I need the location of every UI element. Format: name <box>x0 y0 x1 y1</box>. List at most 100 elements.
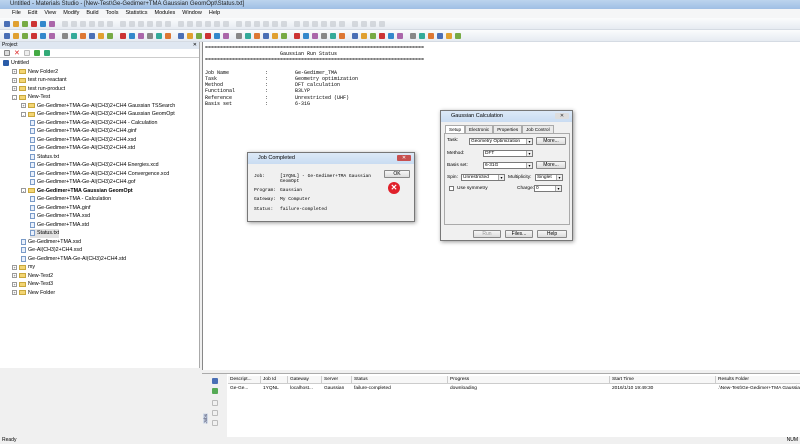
toolbar-button-icon[interactable] <box>352 20 358 27</box>
toolbar-button-icon[interactable] <box>379 20 385 27</box>
tree-item[interactable]: Ge-Gedimer+TMA-Ge-Al(CH3)2+CH4.ginf <box>30 127 137 136</box>
tree-item[interactable]: Ge-Gedimer+TMA - Calculation <box>30 195 111 204</box>
toolbar-button-icon[interactable] <box>294 20 300 27</box>
import-icon[interactable] <box>43 50 50 56</box>
toolbar-button-icon[interactable] <box>263 20 269 27</box>
tree-item[interactable]: Ge-Gedimer+TMA-Ge-Al(CH3)2+CH4 - Calcula… <box>30 119 157 128</box>
column-header[interactable]: Progress <box>448 376 610 384</box>
spin-select[interactable]: Unrestricted <box>461 174 505 181</box>
toolbar-button-icon[interactable] <box>138 32 144 39</box>
tree-item[interactable]: Ge-Gedimer+TMA.ginf <box>30 204 90 213</box>
tree-item[interactable]: Status.txt <box>30 229 60 238</box>
tree-item[interactable]: + test run-product <box>12 85 65 94</box>
toolbar-button-icon[interactable] <box>339 32 345 39</box>
use-symmetry-checkbox[interactable] <box>449 186 454 191</box>
multiplicity-select[interactable]: Singlet <box>535 174 563 181</box>
toolbar-button-icon[interactable] <box>361 32 367 39</box>
toolbar-button-icon[interactable] <box>272 20 278 27</box>
tree-item[interactable]: Status.txt <box>30 153 59 162</box>
tree-item[interactable]: Ge-Gedimer+TMA-Ge-Al(CH3)2+CH4 Energies.… <box>30 161 159 170</box>
expand-toggle-icon[interactable]: + <box>12 273 17 279</box>
toolbar-button-icon[interactable] <box>120 20 126 27</box>
toolbar-button-icon[interactable] <box>22 32 28 39</box>
toolbar-button-icon[interactable] <box>196 20 202 27</box>
stop-icon[interactable] <box>212 400 218 406</box>
toolbar-button-icon[interactable] <box>263 32 269 39</box>
toolbar-button-icon[interactable] <box>22 20 28 27</box>
job-cell[interactable]: failure-completed <box>352 385 448 392</box>
toolbar-button-icon[interactable] <box>339 20 345 27</box>
toolbar-button-icon[interactable] <box>388 32 394 39</box>
job-cell[interactable]: .\New-Test\Ge-Gedimer+TMA Gaussian G... <box>716 385 800 392</box>
toolbar-button-icon[interactable] <box>361 20 367 27</box>
menu-help[interactable]: Help <box>209 9 220 18</box>
tree-item[interactable]: - New-Test <box>12 93 50 102</box>
tree-item[interactable]: Ge-Gedimer+TMA.xsd <box>21 238 81 247</box>
columns-icon[interactable] <box>212 378 218 384</box>
toolbar-button-icon[interactable] <box>138 20 144 27</box>
tree-item[interactable]: Ge-Gedimer+TMA-Ge-Al(CH3)2+CH4.xsd <box>30 136 136 145</box>
job-cell[interactable]: localhost... <box>288 385 322 392</box>
toolbar-button-icon[interactable] <box>312 32 318 39</box>
files-button[interactable]: Files... <box>505 230 533 238</box>
toolbar-button-icon[interactable] <box>272 32 278 39</box>
toolbar-button-icon[interactable] <box>107 32 113 39</box>
expand-toggle-icon[interactable]: + <box>12 77 17 83</box>
tree-item[interactable]: Ge-Gedimer+TMA.std <box>30 221 89 230</box>
toolbar-button-icon[interactable] <box>330 32 336 39</box>
tree-item[interactable]: - Ge-Gedimer+TMA-Ge-Al(CH3)2+CH4 Gaussian… <box>21 110 175 119</box>
toolbar-button-icon[interactable] <box>352 32 358 39</box>
toolbar-button-icon[interactable] <box>370 32 376 39</box>
toolbar-button-icon[interactable] <box>98 20 104 27</box>
toolbar-button-icon[interactable] <box>62 32 68 39</box>
expand-toggle-icon[interactable]: + <box>21 103 26 109</box>
delete-icon[interactable]: ✕ <box>14 49 20 57</box>
menu-modules[interactable]: Modules <box>154 9 175 18</box>
close-button[interactable]: ✕ <box>397 155 411 161</box>
tree-item[interactable]: + New-Test2 <box>12 272 53 281</box>
toolbar-button-icon[interactable] <box>89 20 95 27</box>
toolbar-button-icon[interactable] <box>129 32 135 39</box>
toolbar-button-icon[interactable] <box>89 32 95 39</box>
toolbar-button-icon[interactable] <box>397 32 403 39</box>
toolbar-button-icon[interactable] <box>370 20 376 27</box>
column-header[interactable]: Job Id <box>261 376 288 384</box>
tree-item[interactable]: Ge-Gedimer+TMA-Ge-Al(CH3)2+CH4.std <box>21 255 126 264</box>
toolbar-button-icon[interactable] <box>281 32 287 39</box>
basis-set-select[interactable]: 6-31G <box>483 162 533 169</box>
job-cell[interactable]: 2016/1/10 19:49:30 <box>610 385 716 392</box>
properties-icon[interactable] <box>23 50 30 56</box>
menu-window[interactable]: Window <box>182 9 202 18</box>
menu-tools[interactable]: Tools <box>106 9 119 18</box>
toolbar-button-icon[interactable] <box>330 20 336 27</box>
toolbar-button-icon[interactable] <box>49 20 55 27</box>
expand-toggle-icon[interactable]: + <box>12 281 17 287</box>
toolbar-button-icon[interactable] <box>120 32 126 39</box>
column-header[interactable]: Results Folder <box>716 376 800 384</box>
toolbar-button-icon[interactable] <box>205 20 211 27</box>
tree-item[interactable]: - Ge-Gedimer+TMA Gaussian GeomOpt <box>21 187 133 196</box>
menu-file[interactable]: File <box>12 9 21 18</box>
help-button[interactable]: Help <box>537 230 567 238</box>
toolbar-button-icon[interactable] <box>419 32 425 39</box>
toolbar-button-icon[interactable] <box>214 20 220 27</box>
toolbar-button-icon[interactable] <box>223 32 229 39</box>
new-document-icon[interactable] <box>4 50 10 56</box>
tree-item[interactable]: Ge-Gedimer+TMA-Ge-Al(CH3)2+CH4.std <box>30 144 135 153</box>
toolbar-button-icon[interactable] <box>147 32 153 39</box>
toolbar-button-icon[interactable] <box>321 20 327 27</box>
tree-item[interactable]: + my <box>12 263 35 272</box>
toolbar-button-icon[interactable] <box>62 20 68 27</box>
toolbar-button-icon[interactable] <box>236 20 242 27</box>
tree-item[interactable]: Ge-Gedimer+TMA.xsd <box>30 212 90 221</box>
tree-item[interactable]: + New Folder <box>12 289 55 298</box>
column-header[interactable]: Gateway <box>288 376 322 384</box>
menu-view[interactable]: View <box>44 9 56 18</box>
tree-item[interactable]: Ge-Gedimer+TMA-Ge-Al(CH3)2+CH4.gof <box>30 178 135 187</box>
jobs-tab[interactable]: Jobs <box>203 414 208 424</box>
column-header[interactable]: Server <box>322 376 352 384</box>
tree-item[interactable]: + New Folder2 <box>12 68 58 77</box>
column-header[interactable]: Status <box>352 376 448 384</box>
toolbar-button-icon[interactable] <box>147 20 153 27</box>
toolbar-button-icon[interactable] <box>40 32 46 39</box>
